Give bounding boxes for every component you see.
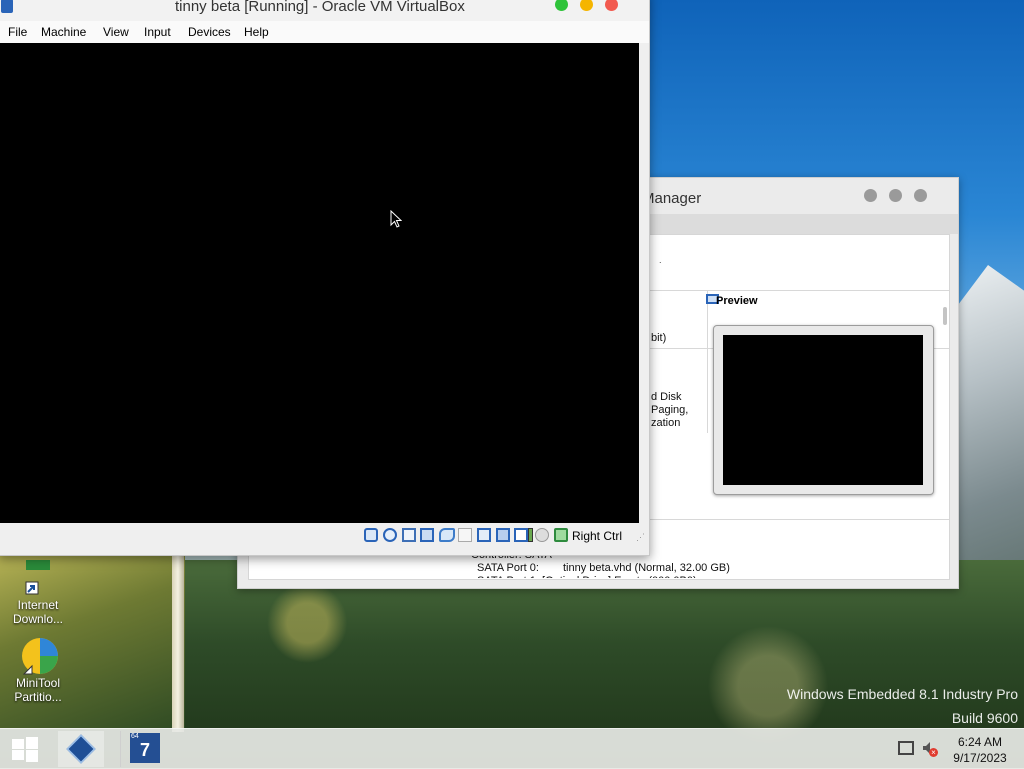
manager-title: Manager <box>642 190 702 207</box>
manager-separator-dots: . <box>659 255 662 265</box>
cpu-activity-icon <box>528 528 533 542</box>
storage-port0-value: tinny beta.vhd (Normal, 32.00 GB) <box>563 562 730 574</box>
virtualbox-icon <box>66 734 96 764</box>
os-watermark-build: Build 9600 <box>951 710 1018 726</box>
menu-input[interactable]: Input <box>144 25 171 39</box>
display-icon[interactable] <box>477 528 491 542</box>
virtualbox-app-icon <box>1 0 13 13</box>
desktop-icon-label-line2: Partitio... <box>14 690 62 704</box>
clock-date: 9/17/2023 <box>953 751 1007 765</box>
audio-icon[interactable] <box>402 528 416 542</box>
network-tray-icon[interactable] <box>898 741 914 755</box>
menu-help[interactable]: Help <box>244 25 269 39</box>
details-divider <box>649 290 949 291</box>
usb-icon[interactable] <box>439 528 455 542</box>
storage-port1-partial: SATA Port 1: [Optical Drive] Empty (000.… <box>477 575 697 578</box>
details-divider <box>649 519 949 520</box>
minimize-button[interactable] <box>580 0 593 11</box>
system-acceleration-fragment: zation <box>651 417 681 429</box>
menu-view[interactable]: View <box>103 25 129 39</box>
desktop-icon-label-line2: Downlo... <box>12 612 64 626</box>
manager-minimize-button[interactable] <box>864 189 877 202</box>
recording-icon[interactable] <box>496 528 510 542</box>
shared-folders-icon[interactable] <box>458 528 472 542</box>
optical-drive-icon[interactable] <box>383 528 397 542</box>
system-boot-order-fragment: d Disk <box>651 391 682 403</box>
menu-devices[interactable]: Devices <box>188 25 231 39</box>
host-key-icon[interactable] <box>554 528 568 542</box>
hard-disk-icon[interactable] <box>364 528 378 542</box>
details-column-divider <box>707 290 708 433</box>
preview-screen <box>723 335 923 485</box>
windows-logo-icon <box>12 750 24 760</box>
resize-grip-icon[interactable]: ⋰ <box>636 532 645 543</box>
windows-logo-icon <box>12 739 24 749</box>
virtualization-icon <box>514 528 528 542</box>
vm-menubar: File Machine View Input Devices Help <box>0 21 649 43</box>
preview-thumbnail <box>713 325 934 495</box>
vm-window[interactable]: tinny beta [Running] - Oracle VM Virtual… <box>0 0 650 556</box>
host-key-label[interactable]: Right Ctrl <box>572 529 622 543</box>
taskbar-7zip-button[interactable]: 64 7 <box>120 731 167 767</box>
manager-maximize-button[interactable] <box>889 189 902 202</box>
minitool-partition-icon <box>18 634 58 675</box>
manager-close-button[interactable] <box>914 189 927 202</box>
vm-statusbar: Right Ctrl ⋰ <box>0 523 645 547</box>
network-icon[interactable] <box>420 528 434 542</box>
preview-section-title[interactable]: Preview <box>716 295 758 307</box>
muted-badge-icon: × <box>929 748 938 757</box>
mouse-cursor-icon <box>390 210 402 228</box>
7zip-icon: 64 7 <box>130 733 160 763</box>
volume-tray-icon[interactable]: × <box>922 741 938 757</box>
7zip-glyph: 7 <box>139 740 150 760</box>
mouse-integration-icon[interactable] <box>535 528 549 542</box>
general-os-type-fragment: bit) <box>651 332 667 344</box>
os-watermark-edition: Windows Embedded 8.1 Industry Pro <box>786 686 1018 702</box>
desktop-icon-internet-download-manager[interactable]: Internet Downlo... <box>8 556 68 626</box>
menu-machine[interactable]: Machine <box>41 25 86 39</box>
details-scrollbar[interactable] <box>943 307 947 325</box>
start-button[interactable] <box>8 737 40 762</box>
windows-logo-icon <box>26 737 38 749</box>
wallpaper-tree-trunk <box>172 552 184 732</box>
windows-logo-icon <box>26 750 38 762</box>
desktop-icon-label-line1: MiniTool <box>15 676 60 690</box>
vm-display[interactable] <box>0 43 639 523</box>
desktop-icon-label-line1: Internet <box>17 598 59 612</box>
desktop-icon-minitool-partition[interactable]: MiniTool Partitio... <box>8 634 68 704</box>
taskbar: 64 7 × 6:24 AM 9/17/2023 <box>0 728 1024 769</box>
system-clock[interactable]: 6:24 AM 9/17/2023 <box>950 734 1010 766</box>
vm-titlebar[interactable]: tinny beta [Running] - Oracle VM Virtual… <box>0 0 649 21</box>
menu-file[interactable]: File <box>8 25 27 39</box>
7zip-badge: 64 <box>131 733 139 740</box>
maximize-button[interactable] <box>555 0 568 11</box>
taskbar-virtualbox-button[interactable] <box>58 731 104 767</box>
storage-port0-label: SATA Port 0: <box>477 562 539 574</box>
system-acceleration-fragment: Paging, <box>651 404 689 416</box>
close-button[interactable] <box>605 0 618 11</box>
clock-time: 6:24 AM <box>957 735 1003 749</box>
internet-download-manager-icon <box>18 556 58 596</box>
vm-window-title: tinny beta [Running] - Oracle VM Virtual… <box>175 0 465 15</box>
